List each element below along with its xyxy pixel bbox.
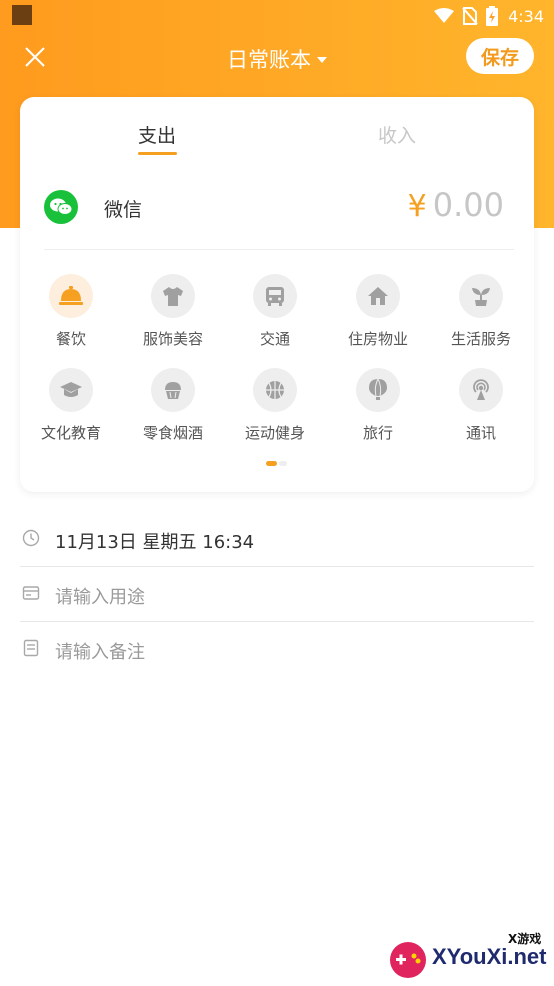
- page-dot: [279, 461, 287, 466]
- category-label: 文化教育: [40, 424, 101, 442]
- status-indicators: 4:34: [434, 5, 544, 27]
- category-label: 零食烟酒: [142, 424, 203, 442]
- caret-down-icon: [317, 57, 327, 63]
- divider: [20, 566, 534, 567]
- dining-bell-icon: [49, 274, 93, 318]
- category-dining[interactable]: 餐饮: [20, 274, 122, 349]
- tab-income[interactable]: 收入: [378, 121, 416, 148]
- note-input[interactable]: 请输入备注: [55, 638, 145, 664]
- wechat-icon[interactable]: [44, 190, 78, 224]
- house-icon: [356, 274, 400, 318]
- category-clothing-beauty[interactable]: 服饰美容: [122, 274, 224, 349]
- amount-display[interactable]: ¥ 0.00: [408, 186, 504, 224]
- category-label: 服饰美容: [142, 330, 203, 348]
- entry-card: 支出 收入 微信 ¥ 0.00 餐饮 服饰美容 交通 住房物业 生活服务 文化教…: [20, 97, 534, 492]
- status-bar: 4:34: [0, 0, 554, 34]
- gamepad-logo-icon: [390, 942, 426, 978]
- watermark-text: XYouXi.net: [432, 944, 547, 969]
- divider: [20, 621, 534, 622]
- currency-symbol: ¥: [407, 189, 427, 224]
- battery-charging-icon: [486, 6, 499, 26]
- category-culture-education[interactable]: 文化教育: [20, 368, 122, 443]
- page-title: 日常账本: [227, 48, 311, 72]
- bus-icon: [253, 274, 297, 318]
- page-dot-active: [266, 461, 277, 466]
- category-label: 住房物业: [347, 330, 408, 348]
- category-travel[interactable]: 旅行: [327, 368, 429, 443]
- datetime-value: 11月13日 星期五 16:34: [55, 532, 255, 553]
- category-label: 交通: [259, 330, 290, 348]
- page-indicator: [266, 461, 287, 466]
- hot-air-balloon-icon: [356, 368, 400, 412]
- card-icon: [22, 586, 40, 600]
- cupcake-icon: [151, 368, 195, 412]
- notification-icon: [12, 5, 32, 25]
- no-sim-icon: [462, 7, 478, 25]
- divider: [44, 249, 514, 250]
- account-name[interactable]: 微信: [104, 195, 142, 222]
- category-snacks-tobacco[interactable]: 零食烟酒: [122, 368, 224, 443]
- category-label: 运动健身: [244, 424, 305, 442]
- note-icon: [23, 639, 39, 657]
- datetime-row[interactable]: 11月13日 星期五 16:34: [20, 513, 534, 567]
- status-time: 4:34: [508, 6, 544, 26]
- graduation-cap-icon: [49, 368, 93, 412]
- purpose-row[interactable]: 请输入用途: [20, 568, 534, 622]
- ledger-selector[interactable]: 日常账本: [227, 44, 327, 74]
- category-label: 通讯: [465, 424, 496, 442]
- category-label: 生活服务: [450, 330, 511, 348]
- category-sports[interactable]: 运动健身: [224, 368, 326, 443]
- category-life-service[interactable]: 生活服务: [430, 274, 532, 349]
- account-row: 微信 ¥ 0.00: [44, 186, 514, 248]
- amount-value: 0.00: [432, 186, 504, 224]
- save-button[interactable]: 保存: [466, 38, 534, 74]
- signal-tower-icon: [459, 368, 503, 412]
- watermark: X游戏 XYouXi.net: [380, 926, 550, 982]
- category-communication[interactable]: 通讯: [430, 368, 532, 443]
- note-row[interactable]: 请输入备注: [20, 623, 534, 677]
- active-tab-indicator: [138, 152, 177, 155]
- clock-icon: [22, 529, 40, 547]
- shirt-icon: [151, 274, 195, 318]
- sprout-icon: [459, 274, 503, 318]
- category-label: 旅行: [362, 424, 393, 442]
- category-housing[interactable]: 住房物业: [327, 274, 429, 349]
- category-transport[interactable]: 交通: [224, 274, 326, 349]
- tab-expense[interactable]: 支出: [138, 121, 176, 148]
- purpose-input[interactable]: 请输入用途: [55, 583, 145, 609]
- basketball-icon: [253, 368, 297, 412]
- category-label: 餐饮: [55, 330, 86, 348]
- wifi-icon: [434, 8, 455, 23]
